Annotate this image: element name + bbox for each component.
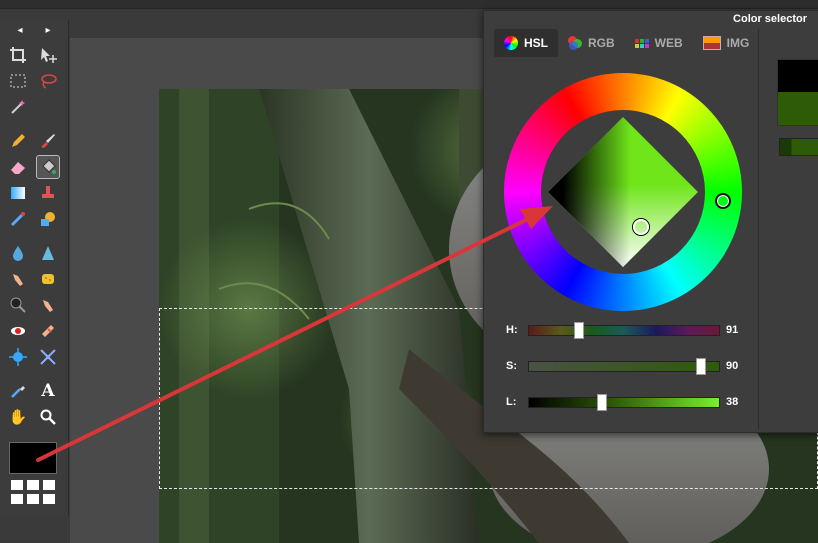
swatch-cell[interactable]	[43, 494, 55, 504]
paint-bucket-icon[interactable]	[36, 155, 60, 179]
new-color-preview	[777, 92, 818, 126]
pinch-icon[interactable]	[37, 346, 59, 368]
lightness-value: 38	[726, 396, 739, 408]
panel-divider	[758, 29, 759, 429]
hue-label: H:	[506, 324, 518, 336]
hand-icon[interactable]: ✋	[7, 406, 29, 428]
saturation-label: S:	[506, 360, 517, 372]
previous-color-preview	[777, 59, 818, 94]
lightness-slider-thumb[interactable]	[597, 394, 608, 411]
zoom-icon[interactable]	[37, 406, 59, 428]
burn-icon[interactable]	[7, 294, 29, 316]
recent-colors-strip[interactable]	[779, 138, 818, 156]
crop-tool-icon[interactable]	[7, 44, 29, 66]
shape-icon[interactable]	[37, 208, 59, 230]
clone-stamp-icon[interactable]	[37, 182, 59, 204]
tab-hsl[interactable]: HSL	[494, 29, 558, 57]
swatch-cell[interactable]	[11, 494, 23, 504]
blur-drop-icon[interactable]	[7, 242, 29, 264]
tab-web-label: WEB	[654, 36, 683, 50]
sharpen-icon[interactable]	[37, 242, 59, 264]
primary-color-swatch[interactable]	[9, 442, 57, 474]
hsl-sliders: H: 91 S: 90 L: 38	[506, 319, 746, 427]
toolbox-collapse-right[interactable]: ▸	[45, 25, 50, 36]
dodge-icon[interactable]	[37, 294, 59, 316]
gradient-icon[interactable]	[7, 182, 29, 204]
lightness-label: L:	[506, 396, 517, 408]
color-mode-tabs: HSL RGB WEB IMG	[494, 29, 759, 57]
hue-slider[interactable]	[528, 322, 720, 339]
magic-wand-icon[interactable]	[7, 96, 29, 118]
swatch-cell[interactable]	[43, 480, 55, 490]
saturation-slider-thumb[interactable]	[696, 358, 706, 375]
swatch-cell[interactable]	[27, 494, 39, 504]
tab-rgb[interactable]: RGB	[558, 29, 625, 57]
marquee-select-icon[interactable]	[7, 70, 29, 92]
hue-slider-row: H: 91	[506, 319, 746, 355]
tab-img-label: IMG	[726, 36, 750, 50]
bloat-icon[interactable]	[7, 346, 29, 368]
sponge-icon[interactable]	[37, 268, 59, 290]
saturation-slider-row: S: 90	[506, 355, 746, 391]
red-eye-icon[interactable]	[7, 320, 29, 342]
toolbox: ◂ ▸ A ✋	[0, 20, 69, 515]
top-menubar	[0, 0, 818, 9]
panel-title: Color selector	[733, 13, 807, 25]
hsl-color-wheel[interactable]	[504, 73, 742, 311]
lasso-icon[interactable]	[37, 70, 59, 92]
saturation-value: 90	[726, 360, 739, 372]
brush-icon[interactable]	[37, 130, 59, 152]
spot-heal-icon[interactable]	[37, 320, 59, 342]
web-palette-icon	[634, 38, 649, 48]
saturation-slider[interactable]	[528, 358, 720, 375]
tab-hsl-label: HSL	[524, 36, 548, 50]
tab-rgb-label: RGB	[588, 36, 615, 50]
rgb-circles-icon	[568, 36, 582, 50]
type-tool-icon[interactable]: A	[37, 380, 59, 402]
tab-web[interactable]: WEB	[625, 29, 693, 57]
sl-handle[interactable]	[633, 219, 649, 235]
color-wheel-icon	[504, 36, 518, 50]
color-selector-panel: Color selector HSL RGB WEB IMG H: 91 S: …	[483, 10, 818, 433]
hue-handle[interactable]	[715, 193, 731, 209]
swatch-cell[interactable]	[11, 480, 23, 490]
pencil-icon[interactable]	[7, 130, 29, 152]
hue-slider-thumb[interactable]	[574, 322, 585, 339]
color-replace-icon[interactable]	[7, 208, 29, 230]
smudge-icon[interactable]	[7, 268, 29, 290]
move-tool-icon[interactable]	[37, 44, 59, 66]
eraser-icon[interactable]	[7, 156, 29, 178]
swatch-cell[interactable]	[27, 480, 39, 490]
color-picker-icon[interactable]	[7, 380, 29, 402]
lightness-slider[interactable]	[528, 394, 720, 411]
tab-img[interactable]: IMG	[693, 29, 760, 57]
image-icon	[702, 36, 721, 50]
lightness-slider-row: L: 38	[506, 391, 746, 427]
color-swatch-grid[interactable]	[11, 480, 55, 504]
hue-value: 91	[726, 324, 739, 336]
toolbox-collapse-left[interactable]: ◂	[17, 25, 22, 36]
